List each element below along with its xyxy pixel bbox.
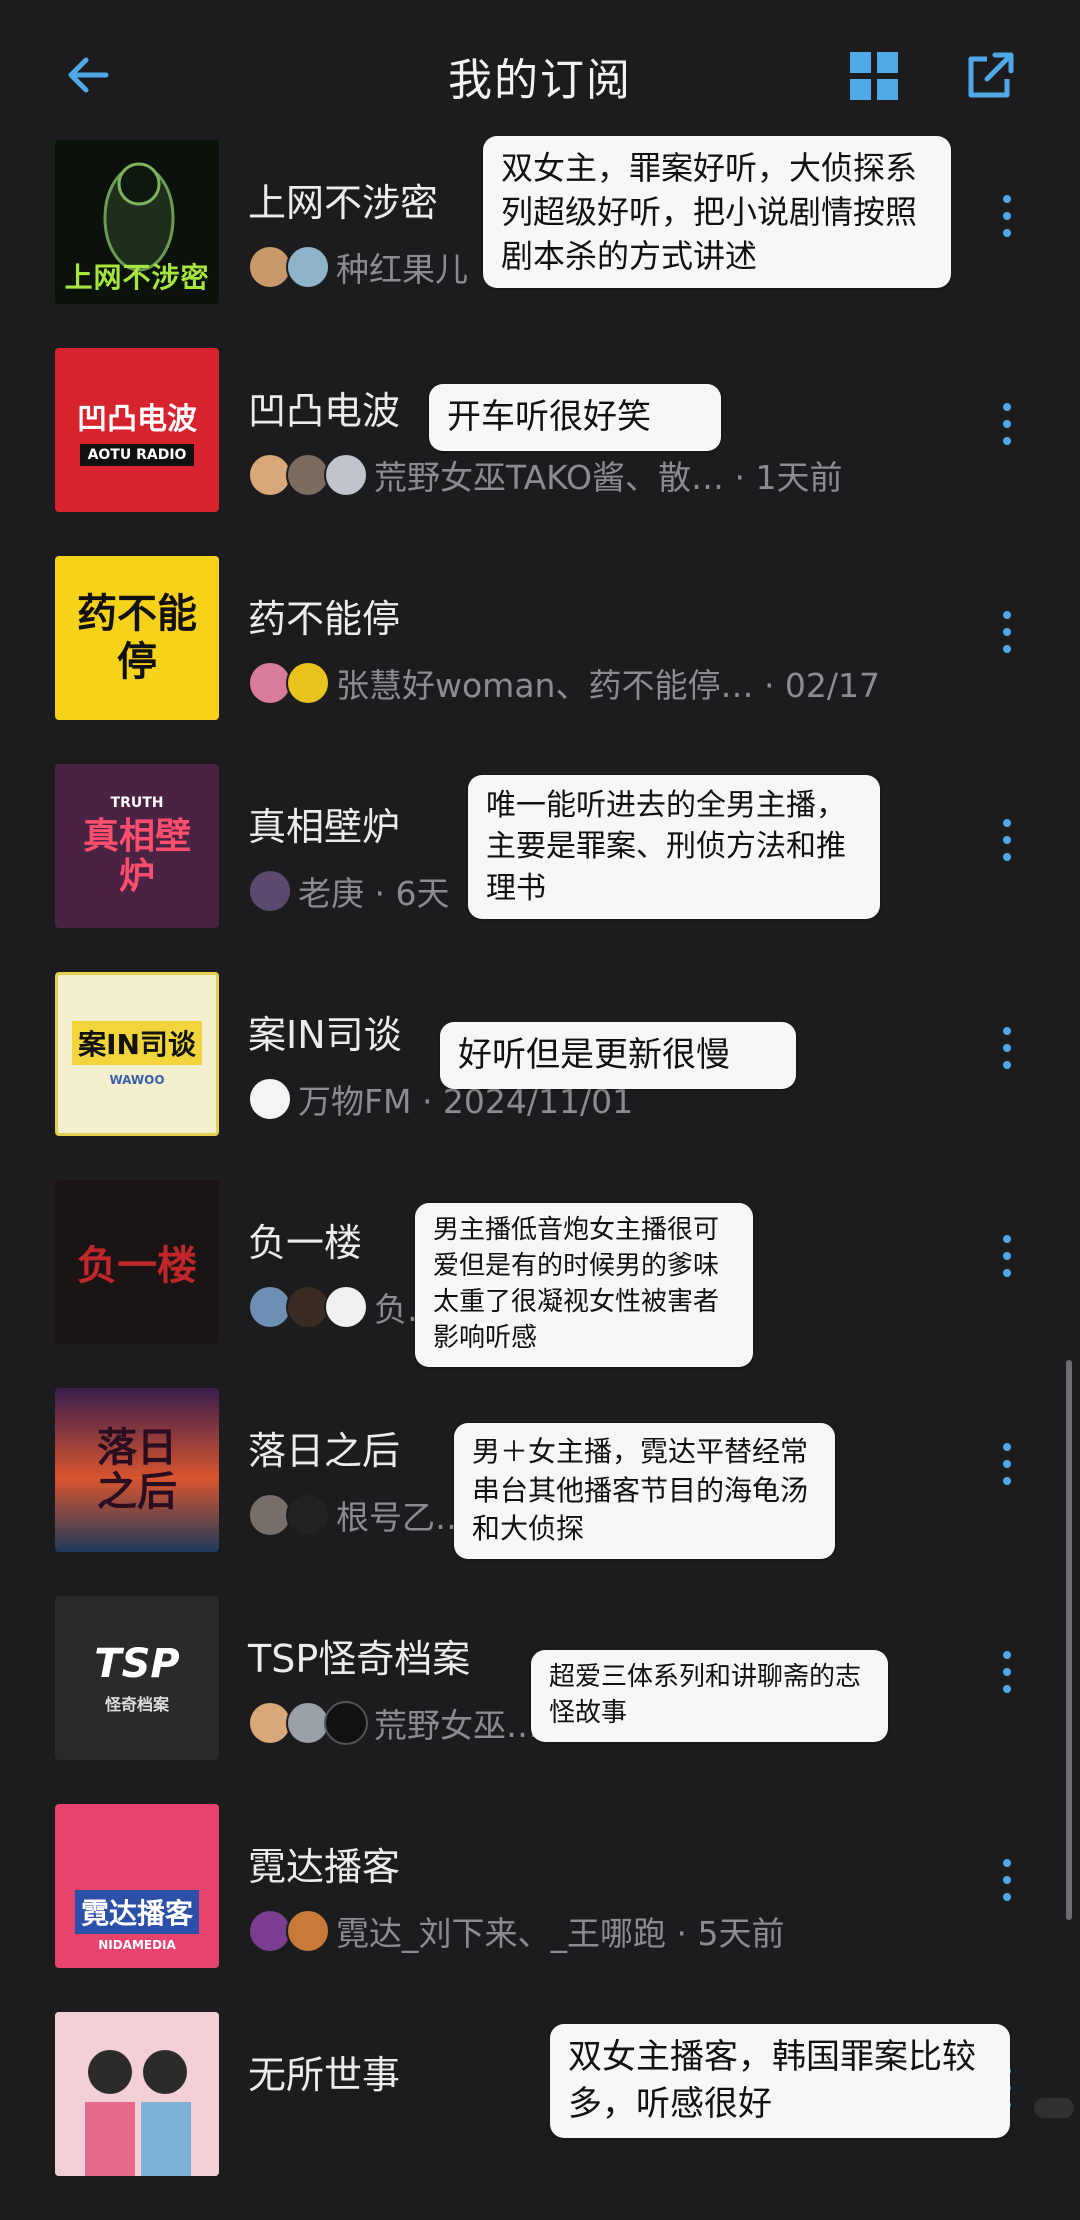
cover-subtitle: TRUTH [110, 795, 164, 812]
meta-text: 荒野女巫TAKO酱、散… · 1天前 [374, 458, 843, 497]
avatar [324, 1701, 368, 1745]
podcast-cover: 案IN司谈 WAWOO [55, 972, 219, 1136]
cover-title: 上网不涉密 [64, 261, 210, 294]
podcast-cover: TRUTH 真相壁炉 [55, 764, 219, 928]
podcast-name: 落日之后 [248, 1429, 401, 1473]
cover-title: 真相壁炉 [82, 816, 191, 897]
grid-view-icon [850, 52, 898, 100]
meta-text: 张慧好woman、药不能停… · 02/17 [336, 666, 881, 705]
annotation-note: 超爱三体系列和讲聊斋的志怪故事 [531, 1650, 888, 1742]
host-avatars [248, 869, 292, 913]
podcast-name: 凹凸电波 [248, 389, 401, 433]
avatar [248, 869, 292, 913]
podcast-meta: 种红果儿 [248, 242, 468, 292]
host-avatars [248, 1909, 330, 1953]
more-options-icon[interactable] [995, 1859, 1019, 1919]
podcast-name: 霓达播客 [248, 1845, 401, 1889]
cover-art-image [55, 2012, 219, 2176]
scrollbar[interactable] [1066, 1360, 1072, 1920]
more-options-icon[interactable] [995, 403, 1019, 463]
podcast-cover: 上网不涉密 [55, 140, 219, 304]
host-avatars [248, 1701, 368, 1745]
meta-text: 种红果儿 [336, 250, 468, 289]
cover-title: 负一楼 [77, 1243, 197, 1289]
podcast-meta: 霓达_刘下来、_王哪跑 · 5天前 [248, 1906, 784, 1956]
more-options-icon[interactable] [995, 611, 1019, 671]
podcast-meta: 张慧好woman、药不能停… · 02/17 [248, 658, 880, 708]
cover-title: 凹凸电波 [77, 402, 197, 437]
list-item[interactable]: 霓达播客 NIDAMEDIA 霓达播客 霓达_刘下来、_王哪跑 · 5天前 [0, 1804, 1080, 2012]
list-item[interactable]: 药不能停 药不能停 张慧好woman、药不能停… · 02/17 [0, 556, 1080, 764]
podcast-name: TSP怪奇档案 [248, 1637, 471, 1681]
cover-title: 药不能停 [77, 591, 197, 685]
podcast-cover: 霓达播客 NIDAMEDIA [55, 1804, 219, 1968]
share-button[interactable] [962, 48, 1018, 104]
host-avatars [248, 661, 330, 705]
annotation-note: 男＋女主播，霓达平替经常串台其他播客节目的海龟汤和大侦探 [454, 1423, 835, 1559]
cover-subtitle: AOTU RADIO [79, 444, 195, 466]
page-title: 我的订阅 [448, 55, 632, 106]
more-options-icon[interactable] [995, 1651, 1019, 1711]
podcast-meta: 荒野女巫TAKO酱、散… · 1天前 [248, 450, 842, 500]
more-options-icon[interactable] [995, 195, 1019, 255]
podcast-name: 药不能停 [248, 597, 401, 641]
cover-subtitle: 怪奇档案 [104, 1695, 169, 1714]
more-options-icon[interactable] [995, 1443, 1019, 1503]
cover-title: 霓达播客 [74, 1890, 199, 1934]
cover-subtitle: WAWOO [109, 1073, 165, 1087]
top-bar: 我的订阅 [0, 0, 1080, 140]
host-avatars [248, 1077, 292, 1121]
external-link-icon [968, 52, 1014, 98]
cover-title: TSP [94, 1641, 180, 1687]
avatar [286, 1909, 330, 1953]
podcast-name: 负一楼 [248, 1221, 363, 1265]
podcast-cover: 药不能停 [55, 556, 219, 720]
watermark [1034, 2098, 1074, 2118]
host-avatars [248, 245, 330, 289]
annotation-note: 开车听很好笑 [429, 384, 721, 451]
meta-text: 霓达_刘下来、_王哪跑 · 5天前 [336, 1914, 785, 1953]
avatar [248, 1077, 292, 1121]
podcast-name: 案IN司谈 [248, 1013, 402, 1057]
podcast-name: 无所世事 [248, 2053, 401, 2097]
annotation-note: 双女主播客，韩国罪案比较多，听感很好 [550, 2024, 1010, 2138]
avatar [324, 1285, 368, 1329]
grid-view-button[interactable] [846, 48, 902, 104]
podcast-meta: 老庚 · 6天 [248, 866, 449, 916]
host-avatars [248, 1285, 368, 1329]
podcast-name: 真相壁炉 [248, 805, 401, 849]
more-options-icon[interactable] [995, 1027, 1019, 1087]
annotation-note: 双女主，罪案好听，大侦探系列超级好听，把小说剧情按照剧本杀的方式讲述 [483, 136, 951, 289]
annotation-note: 好听但是更新很慢 [440, 1022, 796, 1089]
avatar [286, 245, 330, 289]
avatar [286, 661, 330, 705]
podcast-cover: 落日之后 [55, 1388, 219, 1552]
host-avatars [248, 453, 368, 497]
more-options-icon[interactable] [995, 819, 1019, 879]
cover-title: 案IN司谈 [72, 1021, 202, 1065]
cover-subtitle: NIDAMEDIA [98, 1938, 176, 1952]
annotation-note: 唯一能听进去的全男主播，主要是罪案、刑侦方法和推理书 [468, 775, 880, 920]
list-item[interactable]: 凹凸电波 AOTU RADIO 凹凸电波 荒野女巫TAKO酱、散… · 1天前 [0, 348, 1080, 556]
podcast-cover: 凹凸电波 AOTU RADIO [55, 348, 219, 512]
avatar [324, 453, 368, 497]
avatar [286, 1493, 330, 1537]
more-options-icon[interactable] [995, 1235, 1019, 1295]
podcast-cover: 负一楼 [55, 1180, 219, 1344]
podcast-cover: TSP 怪奇档案 [55, 1596, 219, 1760]
meta-text: 老庚 · 6天 [298, 874, 450, 913]
cover-title: 落日之后 [97, 1425, 177, 1515]
annotation-note: 男主播低音炮女主播很可爱但是有的时候男的爹味太重了很凝视女性被害者影响听感 [415, 1203, 753, 1367]
podcast-cover [55, 2012, 219, 2176]
podcast-name: 上网不涉密 [248, 181, 439, 225]
host-avatars [248, 1493, 330, 1537]
